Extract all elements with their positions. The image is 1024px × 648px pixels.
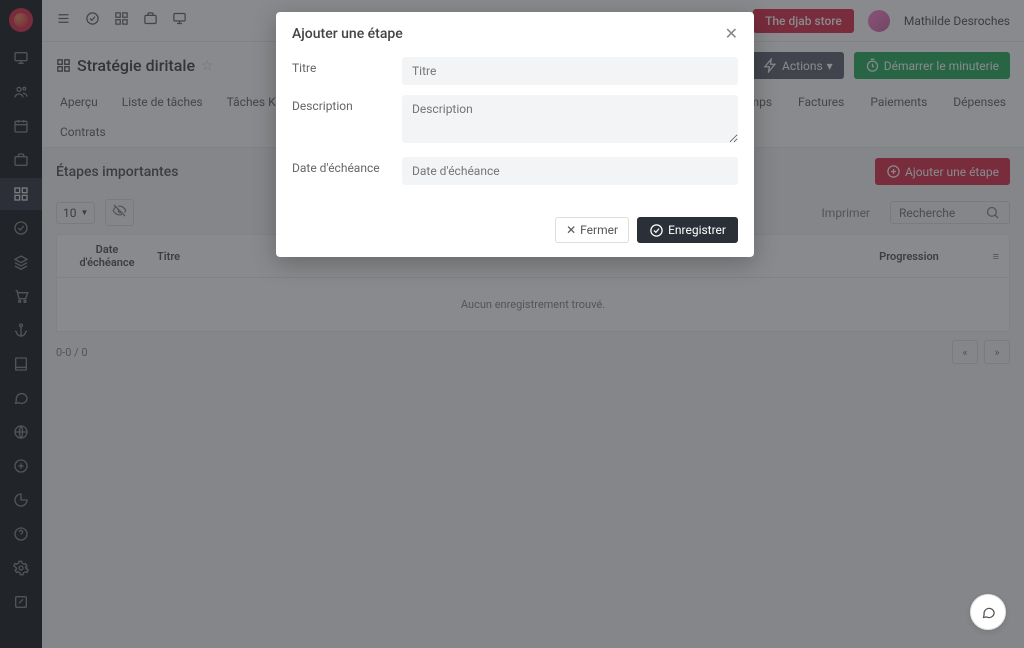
modal-save-button[interactable]: Enregistrer [637,217,738,243]
chat-icon [981,605,996,620]
modal-close-icon[interactable]: ✕ [725,24,738,43]
modal-title: Ajouter une étape [292,26,403,42]
label-due-date: Date d'échéance [292,157,402,185]
due-date-input[interactable] [402,157,738,185]
description-input[interactable] [402,95,738,143]
label-description: Description [292,95,402,147]
add-milestone-modal: Ajouter une étape ✕ Titre Description Da… [276,12,754,257]
chat-fab[interactable] [970,594,1006,630]
label-title: Titre [292,57,402,85]
modal-close-button[interactable]: ✕ Fermer [555,217,629,243]
title-input[interactable] [402,57,738,85]
